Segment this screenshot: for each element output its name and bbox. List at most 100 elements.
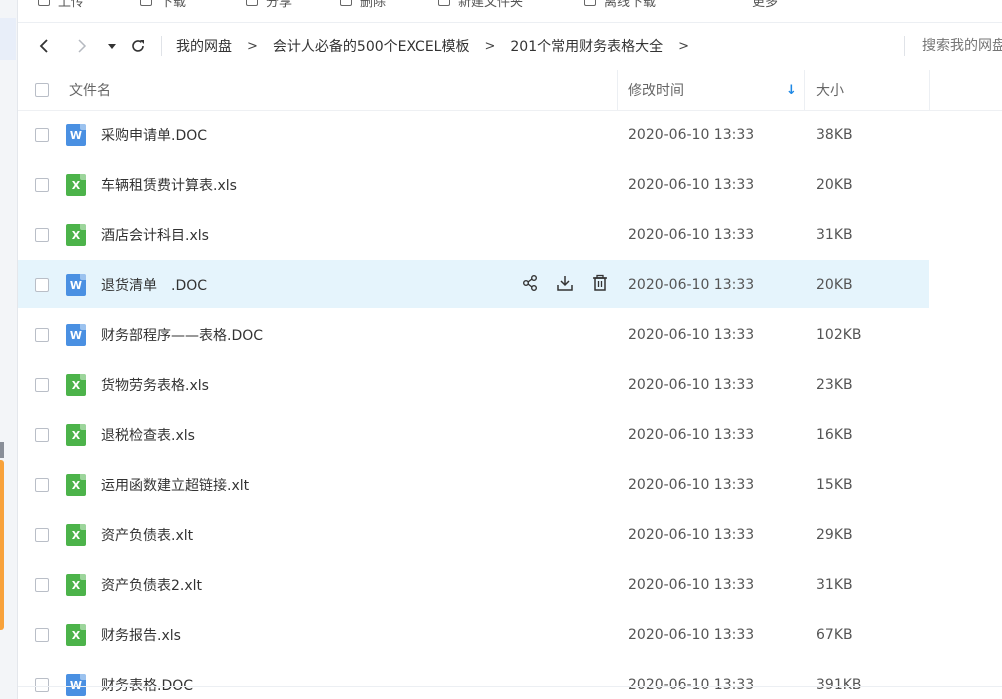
more-button[interactable]: 更多 <box>752 0 778 10</box>
column-header-size[interactable]: 大小 <box>816 70 844 110</box>
file-modified-time: 2020-06-10 13:33 <box>628 277 755 293</box>
row-checkbox[interactable] <box>35 128 49 142</box>
upload-label: 上传 <box>58 0 85 10</box>
row-checkbox[interactable] <box>35 378 49 392</box>
file-name[interactable]: 运用函数建立超链接.xlt <box>101 460 249 510</box>
delete-button[interactable]: 删除 <box>340 0 387 10</box>
file-row[interactable]: X 车辆租赁费计算表.xls 2020-06-10 13:33 20KB <box>18 160 1002 210</box>
search-divider <box>904 36 905 56</box>
breadcrumb-root[interactable]: 我的网盘 <box>176 36 232 56</box>
file-row[interactable]: X 退税检查表.xls 2020-06-10 13:33 16KB <box>18 410 1002 460</box>
file-modified-time: 2020-06-10 13:33 <box>628 577 755 593</box>
share-button[interactable]: 分享 <box>246 0 292 10</box>
row-checkbox[interactable] <box>35 578 49 592</box>
file-size: 20KB <box>816 277 853 293</box>
file-list: W 采购申请单.DOC 2020-06-10 13:33 38KB X 车辆租赁费计算表.… <box>18 110 1002 699</box>
row-checkbox[interactable] <box>35 528 49 542</box>
file-name[interactable]: 退税检查表.xls <box>101 410 195 460</box>
excel-file-icon: X <box>66 474 86 496</box>
file-row[interactable]: W 退货清单 .DOC 2020-06-10 13:33 20KB <box>18 260 1002 310</box>
file-size: 31KB <box>816 577 853 593</box>
file-row[interactable]: W 财务部程序——表格.DOC 2020-06-10 13:33 102KB <box>18 310 1002 360</box>
file-modified-time: 2020-06-10 13:33 <box>628 527 755 543</box>
file-size: 38KB <box>816 127 853 143</box>
file-size: 102KB <box>816 327 862 343</box>
file-modified-time: 2020-06-10 13:33 <box>628 127 755 143</box>
chevron-left-icon <box>39 39 48 53</box>
excel-file-icon: X <box>66 524 86 546</box>
word-file-icon: W <box>66 674 86 696</box>
file-modified-time: 2020-06-10 13:33 <box>628 627 755 643</box>
download-label: 下载 <box>160 0 187 10</box>
breadcrumb-folder-templates[interactable]: 会计人必备的500个EXCEL模板 <box>273 36 470 56</box>
sidebar-marker <box>0 442 4 458</box>
row-checkbox[interactable] <box>35 478 49 492</box>
row-checkbox[interactable] <box>35 278 49 292</box>
refresh-button[interactable] <box>126 34 150 58</box>
file-row[interactable]: X 运用函数建立超链接.xlt 2020-06-10 13:33 15KB <box>18 460 1002 510</box>
breadcrumb-expand[interactable]: > <box>678 39 689 54</box>
file-row[interactable]: X 财务报告.xls 2020-06-10 13:33 67KB <box>18 610 1002 660</box>
download-button[interactable]: 下载 <box>140 0 187 10</box>
row-checkbox[interactable] <box>35 328 49 342</box>
row-download-button[interactable] <box>553 273 577 297</box>
caret-down-icon <box>108 44 116 49</box>
breadcrumb: 我的网盘 > 会计人必备的500个EXCEL模板 > 201个常用财务表格大全 … <box>176 22 704 70</box>
file-name[interactable]: 酒店会计科目.xls <box>101 210 209 260</box>
file-name[interactable]: 退货清单 .DOC <box>101 260 207 310</box>
column-divider[interactable] <box>804 70 805 110</box>
file-name[interactable]: 资产负债表.xlt <box>101 510 193 560</box>
row-checkbox[interactable] <box>35 178 49 192</box>
upload-icon <box>38 0 50 6</box>
excel-file-icon: X <box>66 574 86 596</box>
row-share-button[interactable] <box>518 273 542 297</box>
column-header-name[interactable]: 文件名 <box>69 70 111 110</box>
back-button[interactable] <box>32 34 56 58</box>
delete-label: 删除 <box>360 0 387 10</box>
sidebar-selected-item[interactable] <box>0 18 16 60</box>
file-name[interactable]: 财务报告.xls <box>101 610 181 660</box>
column-divider[interactable] <box>929 70 930 110</box>
sidebar-promo-banner[interactable] <box>0 460 4 630</box>
file-row[interactable]: W 采购申请单.DOC 2020-06-10 13:33 38KB <box>18 110 1002 160</box>
column-divider[interactable] <box>617 70 618 110</box>
search-input[interactable] <box>922 36 1002 56</box>
file-name[interactable]: 财务部程序——表格.DOC <box>101 310 263 360</box>
offline-download-button[interactable]: 离线下载 <box>584 0 657 10</box>
file-name[interactable]: 财务表格.DOC <box>101 660 193 699</box>
breadcrumb-separator: > <box>484 38 496 54</box>
select-all-checkbox[interactable] <box>35 83 49 97</box>
excel-file-icon: X <box>66 174 86 196</box>
row-checkbox[interactable] <box>35 628 49 642</box>
file-size: 16KB <box>816 427 853 443</box>
file-name[interactable]: 货物劳务表格.xls <box>101 360 209 410</box>
file-size: 29KB <box>816 527 853 543</box>
row-checkbox[interactable] <box>35 678 49 692</box>
download-icon <box>556 274 574 296</box>
file-name[interactable]: 资产负债表2.xlt <box>101 560 202 610</box>
sort-down-arrow-icon[interactable]: ↓ <box>786 70 797 110</box>
history-dropdown-button[interactable] <box>100 34 124 58</box>
file-row[interactable]: X 货物劳务表格.xls 2020-06-10 13:33 23KB <box>18 360 1002 410</box>
file-name[interactable]: 采购申请单.DOC <box>101 110 207 160</box>
file-size: 15KB <box>816 477 853 493</box>
file-row[interactable]: X 酒店会计科目.xls 2020-06-10 13:33 31KB <box>18 210 1002 260</box>
row-checkbox[interactable] <box>35 428 49 442</box>
row-checkbox[interactable] <box>35 228 49 242</box>
file-row[interactable]: W 财务表格.DOC 2020-06-10 13:33 391KB <box>18 660 1002 699</box>
column-header-modified[interactable]: 修改时间 <box>628 70 684 110</box>
file-modified-time: 2020-06-10 13:33 <box>628 677 755 693</box>
file-row[interactable]: X 资产负债表2.xlt 2020-06-10 13:33 31KB <box>18 560 1002 610</box>
breadcrumb-folder-finance[interactable]: 201个常用财务表格大全 <box>510 36 663 56</box>
offline-download-label: 离线下载 <box>604 0 657 10</box>
offline-download-icon <box>584 0 596 6</box>
file-row[interactable]: X 资产负债表.xlt 2020-06-10 13:33 29KB <box>18 510 1002 560</box>
file-modified-time: 2020-06-10 13:33 <box>628 177 755 193</box>
upload-button[interactable]: 上传 <box>38 0 85 10</box>
row-delete-button[interactable] <box>588 273 612 297</box>
breadcrumb-separator: > <box>247 38 258 54</box>
file-modified-time: 2020-06-10 13:33 <box>628 227 755 243</box>
file-name[interactable]: 车辆租赁费计算表.xls <box>101 160 237 210</box>
forward-button[interactable] <box>70 34 94 58</box>
new-folder-button[interactable]: 新建文件夹 <box>438 0 523 10</box>
